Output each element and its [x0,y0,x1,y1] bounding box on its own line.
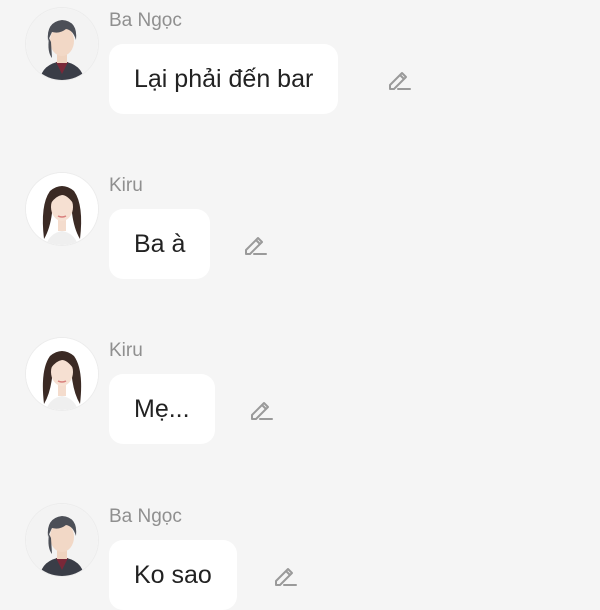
sender-name: Kiru [109,340,143,361]
pencil-edit-icon[interactable] [248,396,274,422]
sender-name: Ba Ngọc [109,506,182,527]
woman-avatar-icon[interactable] [26,338,98,410]
message-bubble[interactable]: Ba à [109,209,211,279]
chat-message: Ba Ngọc Lại phải đến bar [0,8,600,128]
message-bubble[interactable]: Lại phải đến bar [109,44,339,114]
pencil-edit-icon[interactable] [272,562,298,588]
man-avatar-icon[interactable] [26,504,98,576]
chat-message: Kiru Ba à [0,173,600,293]
woman-avatar-icon[interactable] [26,173,98,245]
sender-name: Ba Ngọc [109,10,182,31]
message-bubble[interactable]: Mẹ... [109,374,215,444]
chat-message: Ba Ngọc Ko sao [0,504,600,610]
man-avatar-icon[interactable] [26,8,98,80]
sender-name: Kiru [109,175,143,196]
chat-message: Kiru Mẹ... [0,338,600,458]
pencil-edit-icon[interactable] [386,66,412,92]
pencil-edit-icon[interactable] [242,231,268,257]
